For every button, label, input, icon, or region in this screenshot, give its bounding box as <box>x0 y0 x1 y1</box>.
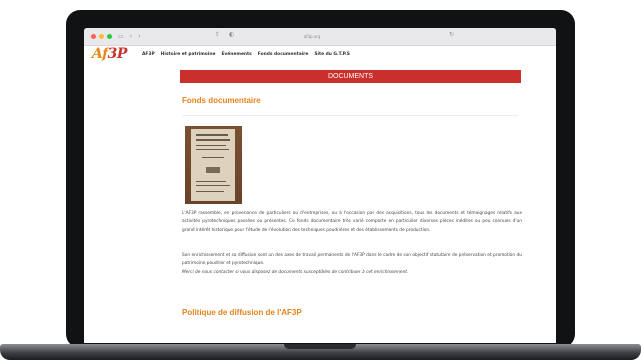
close-window-button[interactable] <box>91 34 96 39</box>
book-text-line <box>196 149 229 150</box>
book-text-line <box>196 191 224 192</box>
paragraph-enrichment: Son enrichissement et sa diffusion sont … <box>182 253 522 267</box>
section-title-fonds: Fonds documentaire <box>182 96 261 105</box>
paragraph-intro: L'AF3P rassemble, en provenance de parti… <box>182 211 522 233</box>
book-text-line <box>196 181 226 182</box>
page-banner: DOCUMENTS <box>180 70 521 83</box>
book-cover-image <box>185 126 242 204</box>
nav-link-histoire[interactable]: Histoire et patrimoine <box>161 52 216 57</box>
browser-window: ▭ ‹ › ⇪ ◐ af3p.org ↻ Af3P AF3P Histoire … <box>84 28 556 343</box>
zoom-window-button[interactable] <box>107 34 112 39</box>
book-text-line <box>196 139 230 141</box>
paragraph-contact: Merci de nous contacter si vous disposez… <box>182 270 409 275</box>
main-nav: AF3P Histoire et patrimoine Evénements F… <box>142 52 350 57</box>
nav-link-gtps[interactable]: Site du G.T.P.S <box>314 52 350 57</box>
address-bar[interactable]: af3p.org <box>264 32 360 41</box>
book-text-line <box>196 134 228 136</box>
sidebar-icon[interactable]: ▭ <box>118 33 124 40</box>
section-title-politique: Politique de diffusion de l'AF3P <box>182 308 302 317</box>
nav-link-af3p[interactable]: AF3P <box>142 52 155 57</box>
book-ornament <box>206 167 220 173</box>
privacy-shield-icon[interactable]: ◐ <box>229 31 234 38</box>
forward-icon[interactable]: › <box>138 33 140 40</box>
browser-toolbar: ▭ ‹ › ⇪ ◐ af3p.org ↻ <box>84 28 556 46</box>
site-logo[interactable]: Af3P <box>92 46 127 62</box>
book-text-line <box>196 145 226 146</box>
minimize-window-button[interactable] <box>99 34 104 39</box>
logo-prefix: Af <box>92 46 108 62</box>
logo-highlight: 3P <box>107 46 128 62</box>
share-icon[interactable]: ⇪ <box>215 31 220 38</box>
book-text-line <box>196 185 230 186</box>
laptop-notch <box>284 344 356 349</box>
back-icon[interactable]: ‹ <box>130 33 132 40</box>
site-header: Af3P AF3P Histoire et patrimoine Evéneme… <box>84 46 556 65</box>
nav-link-fonds[interactable]: Fonds documentaire <box>258 52 309 57</box>
book-text-line <box>202 157 224 158</box>
nav-link-evenements[interactable]: Evénements <box>221 52 251 57</box>
book-page <box>191 129 235 201</box>
divider <box>182 115 518 116</box>
reload-icon[interactable]: ↻ <box>449 31 454 38</box>
